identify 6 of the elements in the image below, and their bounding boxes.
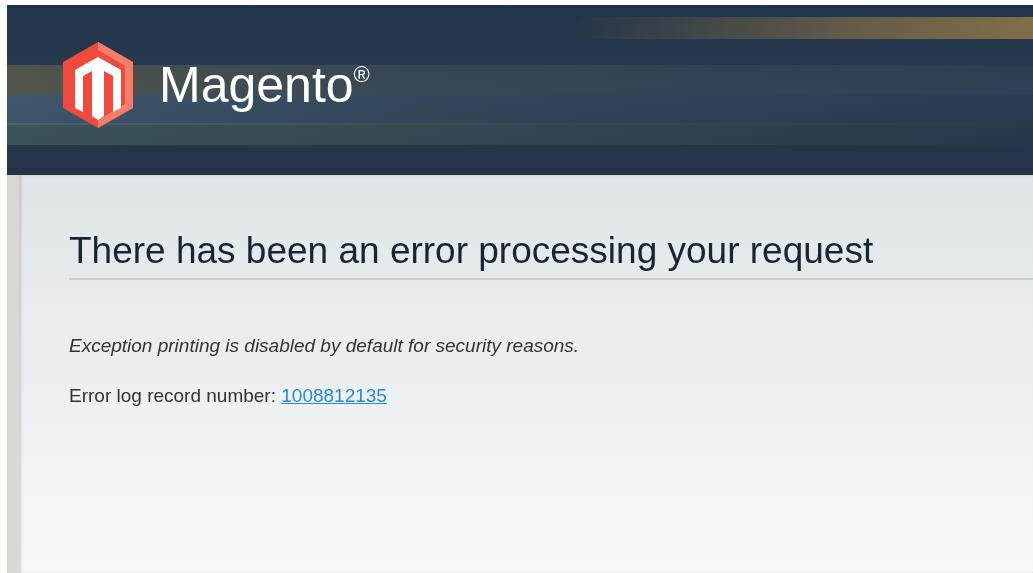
logo-icon [61, 40, 135, 130]
exception-message: Exception printing is disabled by default for security reasons. [69, 335, 581, 357]
record-label: Error log record number: [69, 385, 276, 406]
record-number-link[interactable]: 1008812135 [281, 385, 387, 406]
page-title: There has been an error processing your request [69, 230, 1033, 280]
logo-text: Magento$^{®}$ [159, 60, 370, 110]
